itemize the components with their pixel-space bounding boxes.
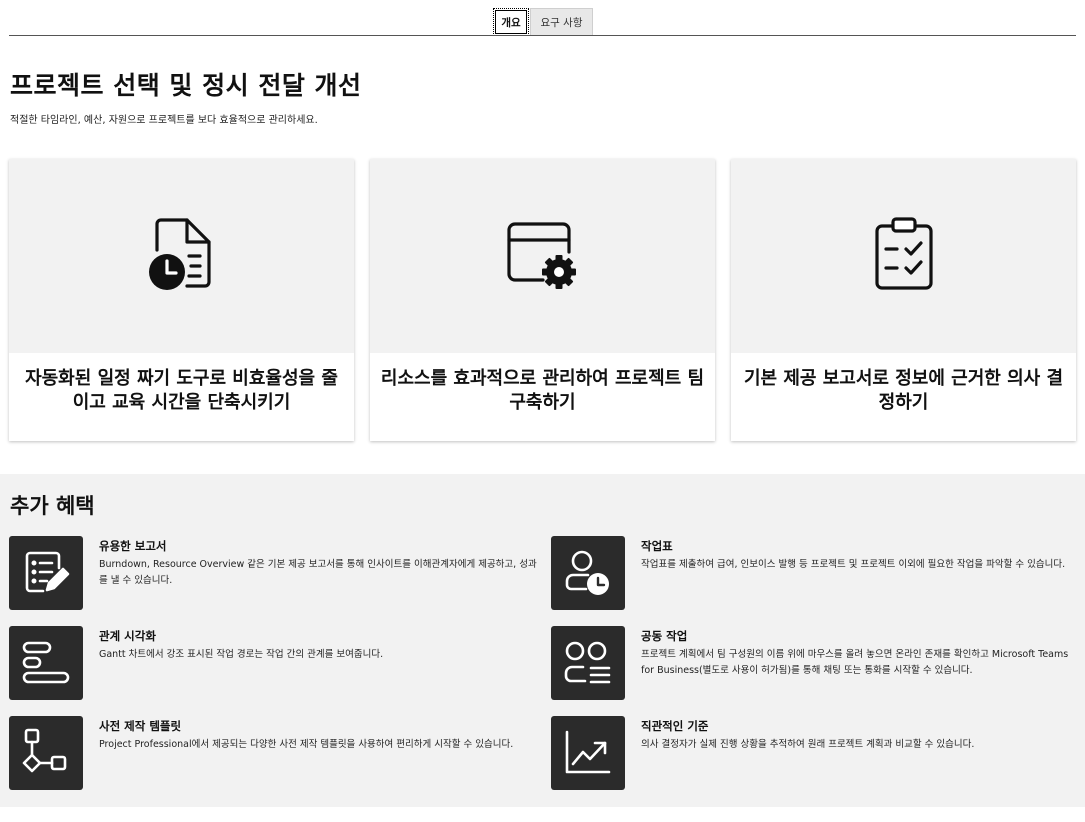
benefit-templates: 사전 제작 템플릿 Project Professional에서 제공되는 다양… — [9, 716, 539, 792]
benefit-title: 작업표 — [641, 539, 673, 553]
tab-overview[interactable]: 개요 — [493, 8, 529, 36]
benefit-title: 공동 작업 — [641, 629, 688, 643]
benefit-description: Gantt 차트에서 강조 표시된 작업 경로는 작업 간의 관계를 보여줍니다… — [99, 649, 384, 660]
page-title: 프로젝트 선택 및 정시 전달 개선 — [10, 71, 362, 100]
gantt-bars-icon — [9, 626, 83, 700]
people-list-icon — [551, 626, 625, 700]
window-gear-icon — [503, 214, 583, 298]
benefit-description: 작업표를 제출하여 급여, 인보이스 발행 등 프로젝트 및 프로젝트 이외에 … — [641, 559, 1066, 570]
tab-overview-label: 개요 — [501, 17, 521, 29]
benefit-timesheet: 작업표 작업표를 제출하여 급여, 인보이스 발행 등 프로젝트 및 프로젝트 … — [551, 536, 1081, 612]
tab-bar: 개요 요구 사항 — [0, 7, 1085, 36]
benefit-description: 프로젝트 계획에서 팀 구성원의 이름 위에 마우스를 올려 놓으면 온라인 존… — [641, 649, 1069, 676]
document-clock-icon — [147, 216, 217, 296]
card-image-area — [9, 159, 354, 353]
clipboard-checklist-icon — [873, 216, 935, 296]
card-title: 자동화된 일정 짜기 도구로 비효율성을 줄이고 교육 시간을 단축시키기 — [25, 368, 338, 413]
benefit-title: 직관적인 기준 — [641, 719, 709, 733]
report-edit-icon — [9, 536, 83, 610]
benefit-reports: 유용한 보고서 Burndown, Resource Overview 같은 기… — [9, 536, 539, 612]
page-subtitle: 적절한 타임라인, 예산, 자원으로 프로젝트를 보다 효율적으로 관리하세요. — [10, 115, 318, 126]
additional-benefits-section: 추가 혜택 유용한 보고서 Burndown, Resource Overvie… — [0, 474, 1085, 807]
flowchart-icon — [9, 716, 83, 790]
benefit-collaboration: 공동 작업 프로젝트 계획에서 팀 구성원의 이름 위에 마우스를 올려 놓으면… — [551, 626, 1081, 702]
card-title: 리소스를 효과적으로 관리하여 프로젝트 팀 구축하기 — [380, 368, 705, 413]
card-title: 기본 제공 보고서로 정보에 근거한 의사 결정하기 — [743, 368, 1064, 413]
benefit-description: Project Professional에서 제공되는 다양한 사전 제작 템플… — [99, 739, 514, 750]
feature-card-resources: 리소스를 효과적으로 관리하여 프로젝트 팀 구축하기 — [370, 159, 715, 441]
benefit-title: 유용한 보고서 — [99, 539, 167, 553]
benefit-visualize-relations: 관계 시각화 Gantt 차트에서 강조 표시된 작업 경로는 작업 간의 관계… — [9, 626, 539, 702]
tab-requirements[interactable]: 요구 사항 — [530, 8, 593, 36]
benefit-title: 관계 시각화 — [99, 629, 156, 643]
tab-divider — [9, 35, 1076, 36]
card-image-area — [731, 159, 1076, 353]
person-clock-icon — [551, 536, 625, 610]
feature-card-reports: 기본 제공 보고서로 정보에 근거한 의사 결정하기 — [731, 159, 1076, 441]
card-image-area — [370, 159, 715, 353]
benefit-baseline: 직관적인 기준 의사 결정자가 실제 진행 상황을 추적하여 원래 프로젝트 계… — [551, 716, 1081, 792]
benefit-title: 사전 제작 템플릿 — [99, 719, 182, 733]
benefit-description: 의사 결정자가 실제 진행 상황을 추적하여 원래 프로젝트 계획과 비교할 수… — [641, 739, 975, 750]
tab-requirements-label: 요구 사항 — [540, 17, 583, 29]
feature-card-scheduling: 자동화된 일정 짜기 도구로 비효율성을 줄이고 교육 시간을 단축시키기 — [9, 159, 354, 441]
section-title: 추가 혜택 — [10, 494, 95, 518]
benefit-description: Burndown, Resource Overview 같은 기본 제공 보고서… — [99, 559, 537, 586]
trending-chart-icon — [551, 716, 625, 790]
